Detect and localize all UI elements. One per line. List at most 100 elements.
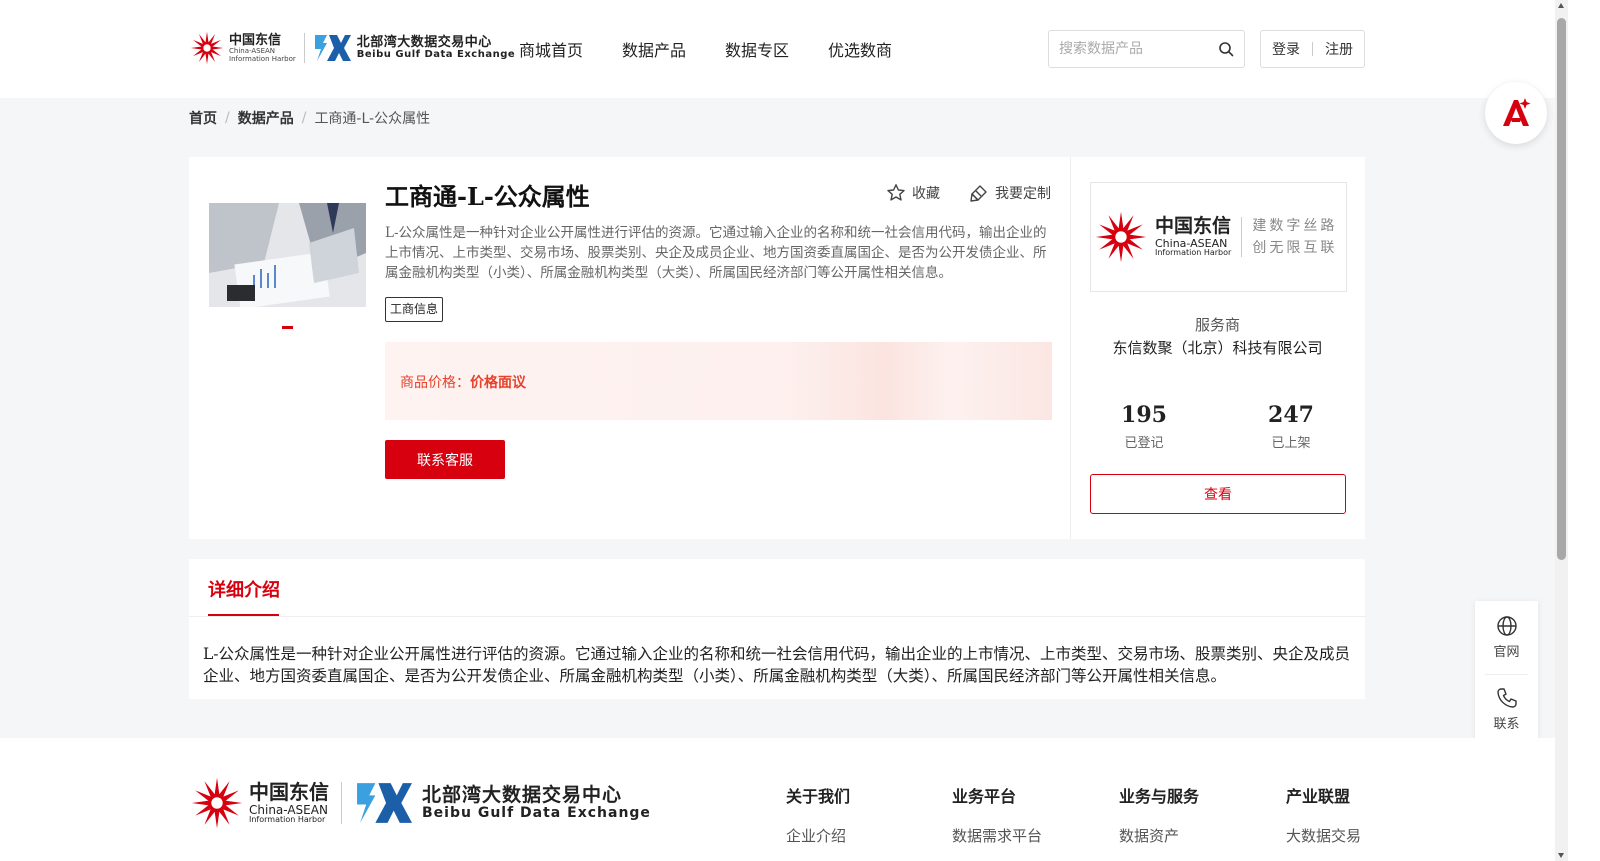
phone-icon [1496,688,1517,708]
star-icon [887,184,905,201]
footer-logo-bx-text: 北部湾大数据交易中心 Beibu Gulf Data Exchange [422,783,651,821]
footer-col-title: 产业联盟 [1286,787,1351,806]
footer-link[interactable]: 企业介绍 [786,825,850,846]
breadcrumb-separator: / [301,110,307,126]
view-provider-button[interactable]: 查看 [1090,474,1346,514]
footer-col-about: 关于我们 企业介绍 [786,783,850,846]
register-link[interactable]: 注册 [1325,39,1353,59]
customize-button[interactable]: 我要定制 [969,183,1051,203]
footer-logo-bx-sub: Beibu Gulf Data Exchange [422,804,651,821]
carousel-indicator[interactable] [282,326,293,329]
ai-assistant-icon [1503,98,1531,126]
price-row: 商品价格：价格面议 [400,372,526,392]
side-separator [1485,674,1528,675]
search-input[interactable] [1049,31,1209,67]
contact-service-button[interactable]: 联系客服 [385,440,505,479]
side-float-panel: 官网 联系 [1475,601,1538,743]
scroll-down-arrow-icon[interactable] [1558,853,1564,858]
price-label: 商品价格： [400,375,470,391]
nav-home[interactable]: 商城首页 [519,37,583,61]
provider-logo-icon [1095,211,1147,263]
footer-beibu-gulf-logo-icon [357,783,412,823]
stat-listed-label: 已上架 [1271,436,1311,451]
auth-box: 登录 注册 [1260,30,1365,68]
footer-col-title: 业务与服务 [1119,787,1200,806]
price-box: 商品价格：价格面议 [385,342,1052,420]
product-thumbnail[interactable] [209,203,366,307]
login-link[interactable]: 登录 [1272,39,1300,59]
provider-slogan-line1: 建数字丝路 [1252,218,1338,234]
main-nav: 商城首页 数据产品 数据专区 优选数商 [519,37,892,61]
stat-registered-label: 已登记 [1124,436,1164,451]
logo-cn-title: 中国东信 [229,32,282,48]
nav-preferred-vendors[interactable]: 优选数商 [828,37,892,61]
side-website-button[interactable]: 官网 [1475,615,1538,660]
china-asean-logo-icon [190,31,224,65]
breadcrumb-current: 工商通-L-公众属性 [314,111,431,127]
auth-separator [1312,42,1313,56]
product-tag: 工商信息 [385,297,444,322]
footer-china-asean-logo-icon [191,777,243,829]
tab-detail-intro[interactable]: 详细介绍 [208,576,280,602]
side-website-label: 官网 [1493,645,1520,660]
provider-slogan: 建数字丝路 创无限互联 [1252,215,1337,259]
footer-logo-cn-title: 中国东信 [249,780,329,804]
provider-logo: 中国东信 China-ASEAN Information Harbor 建数字丝… [1090,182,1347,292]
provider-name: 东信数聚（北京）科技有限公司 [1112,339,1323,357]
logo-cn-sub1: China-ASEAN [229,46,276,55]
side-contact-label: 联系 [1493,717,1520,732]
window-gutter [1568,0,1600,861]
breadcrumb-separator: / [225,110,230,126]
provider-logo-sub2: Information Harbor [1155,248,1232,257]
footer-logo-cn-sub2: Information Harbor [249,815,326,824]
logo-bx-sub: Beibu Gulf Data Exchange [356,48,516,60]
favorite-label: 收藏 [912,186,940,202]
site-logo[interactable]: 中国东信 China-ASEAN Information Harbor 北部湾大… [189,27,515,69]
product-image-icon [209,203,366,307]
nav-data-zone[interactable]: 数据专区 [725,37,789,61]
provider-label: 服务商 [1194,316,1240,334]
stat-listed: 247 已上架 [1241,402,1341,451]
tab-bar-divider [189,616,1365,617]
nav-data-products[interactable]: 数据产品 [622,37,686,61]
logo-bx-title: 北部湾大数据交易中心 [356,34,492,50]
customize-icon [970,185,987,202]
side-contact-button[interactable]: 联系 [1475,687,1538,732]
page-scrollbar[interactable] [1555,0,1568,861]
product-card: 工商通-L-公众属性 收藏 我要定制 L-公众属性是一种针对企业公开属性进行评估… [189,157,1365,539]
provider-logo-title: 中国东信 [1155,215,1232,237]
scroll-up-arrow-icon[interactable] [1558,3,1564,8]
footer-col-platform: 业务平台 数据需求平台 [952,783,1042,846]
scrollbar-thumb[interactable] [1557,18,1566,560]
search-icon[interactable] [1218,41,1234,57]
logo-divider [303,33,305,63]
product-description: L-公众属性是一种针对企业公开属性进行评估的资源。它通过输入企业的名称和统一社会… [385,225,1047,281]
footer-logo[interactable]: 中国东信 China-ASEAN Information Harbor 北部湾大… [189,775,651,831]
customize-label: 我要定制 [995,186,1051,202]
site-footer: 中国东信 China-ASEAN Information Harbor 北部湾大… [0,738,1555,861]
footer-col-services: 业务与服务 数据资产 [1119,783,1199,846]
breadcrumb-data-products[interactable]: 数据产品 [238,108,294,128]
logo-cn-sub2: Information Harbor [229,54,296,63]
footer-link[interactable]: 大数据交易 [1286,825,1361,846]
breadcrumb: 首页 / 数据产品 / 工商通-L-公众属性 [189,108,430,128]
search-box [1048,30,1245,68]
logo-bx-text: 北部湾大数据交易中心 Beibu Gulf Data Exchange [357,36,515,60]
stat-registered: 195 已登记 [1094,402,1194,451]
favorite-button[interactable]: 收藏 [886,183,940,203]
footer-logo-bx-title: 北部湾大数据交易中心 [422,783,623,806]
footer-col-alliance: 产业联盟 大数据交易 [1286,783,1361,846]
footer-link[interactable]: 数据资产 [1119,825,1199,846]
product-title: 工商通-L-公众属性 [385,182,590,211]
breadcrumb-home[interactable]: 首页 [189,108,217,128]
footer-logo-cn-text: 中国东信 China-ASEAN Information Harbor [249,782,329,824]
footer-col-title: 关于我们 [786,787,851,806]
site-header: 中国东信 China-ASEAN Information Harbor 北部湾大… [0,0,1600,98]
logo-cn-text: 中国东信 China-ASEAN Information Harbor [229,34,296,63]
detail-text: L-公众属性是一种针对企业公开属性进行评估的资源。它通过输入企业的名称和统一社会… [203,645,1351,685]
ai-assistant-button[interactable] [1485,82,1547,144]
provider-logo-divider [1241,217,1243,257]
provider-logo-text: 中国东信 China-ASEAN Information Harbor [1155,217,1231,257]
footer-col-title: 业务平台 [952,787,1017,806]
footer-link[interactable]: 数据需求平台 [952,825,1042,846]
